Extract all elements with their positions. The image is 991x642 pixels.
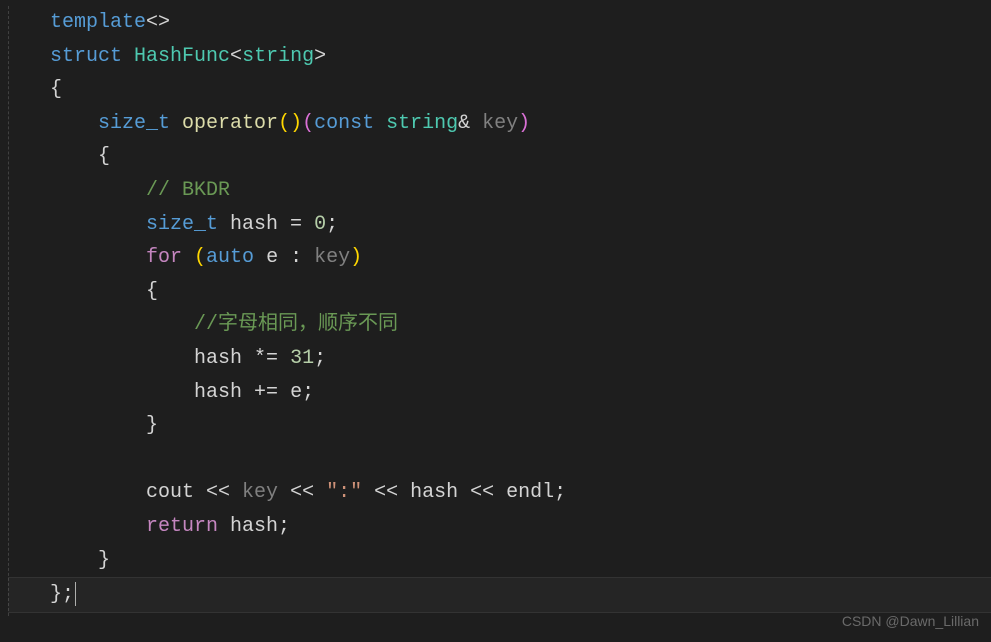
code-line: size_t operator()(const string& key) <box>8 107 991 141</box>
code-line: { <box>8 73 991 107</box>
code-line: { <box>8 275 991 309</box>
code-editor[interactable]: template<> struct HashFunc<string> { siz… <box>0 0 991 613</box>
code-line: // BKDR <box>8 174 991 208</box>
watermark: CSDN @Dawn_Lillian <box>842 610 979 634</box>
code-line: struct HashFunc<string> <box>8 40 991 74</box>
code-line <box>8 443 991 477</box>
code-line: { <box>8 140 991 174</box>
code-line: //字母相同，顺序不同 <box>8 308 991 342</box>
code-line: hash += e; <box>8 376 991 410</box>
code-line: template<> <box>8 6 991 40</box>
code-line: hash *= 31; <box>8 342 991 376</box>
keyword-template: template <box>50 11 146 34</box>
code-line: return hash; <box>8 510 991 544</box>
code-line: } <box>8 409 991 443</box>
code-line: size_t hash = 0; <box>8 208 991 242</box>
text-cursor <box>75 582 76 606</box>
code-line: for (auto e : key) <box>8 241 991 275</box>
keyword-struct: struct <box>50 45 122 68</box>
code-line: cout << key << ":" << hash << endl; <box>8 476 991 510</box>
code-line-active: }; <box>8 577 991 613</box>
code-line: } <box>8 544 991 578</box>
